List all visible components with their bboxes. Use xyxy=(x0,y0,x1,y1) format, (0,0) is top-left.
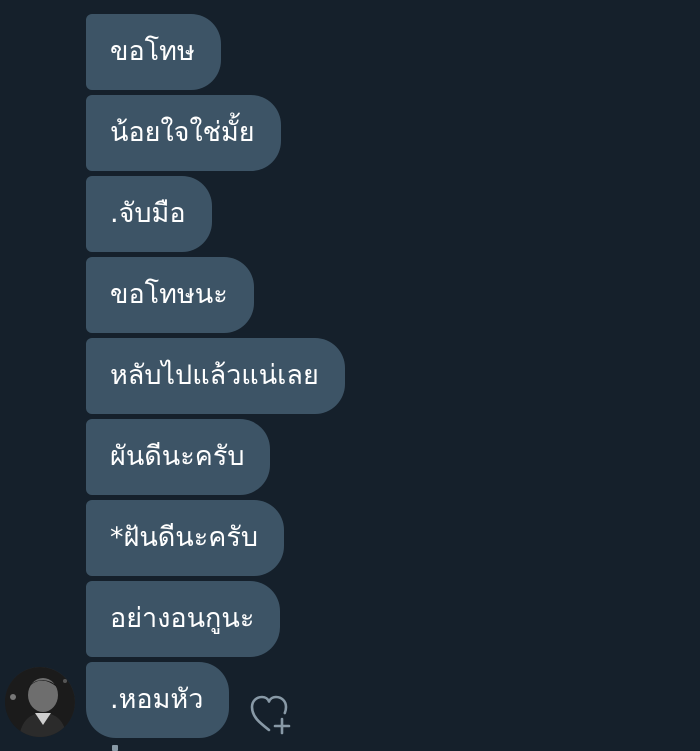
message-bubble[interactable]: ขอโทษนะ xyxy=(86,257,254,333)
message-bubble[interactable]: *ฝันดีนะครับ xyxy=(86,500,284,576)
next-message-edge xyxy=(112,745,118,751)
message-bubble[interactable]: ขอโทษ xyxy=(86,14,221,90)
message-bubble[interactable]: .จับมือ xyxy=(86,176,212,252)
message-bubble[interactable]: น้อยใจใช่มั้ย xyxy=(86,95,281,171)
heart-plus-icon[interactable] xyxy=(248,692,296,736)
message-bubble[interactable]: ผันดีนะครับ xyxy=(86,419,271,495)
user-avatar[interactable] xyxy=(5,667,75,737)
avatar-photo xyxy=(5,667,75,737)
message-bubble[interactable]: อย่างอนกูนะ xyxy=(86,581,281,657)
message-thread: ขอโทษ น้อยใจใช่มั้ย .จับมือ ขอโทษนะ หลับ… xyxy=(0,0,700,751)
message-bubble[interactable]: .หอมหัว xyxy=(86,662,230,738)
message-bubble[interactable]: หลับไปแล้วแน่เลย xyxy=(86,338,345,414)
